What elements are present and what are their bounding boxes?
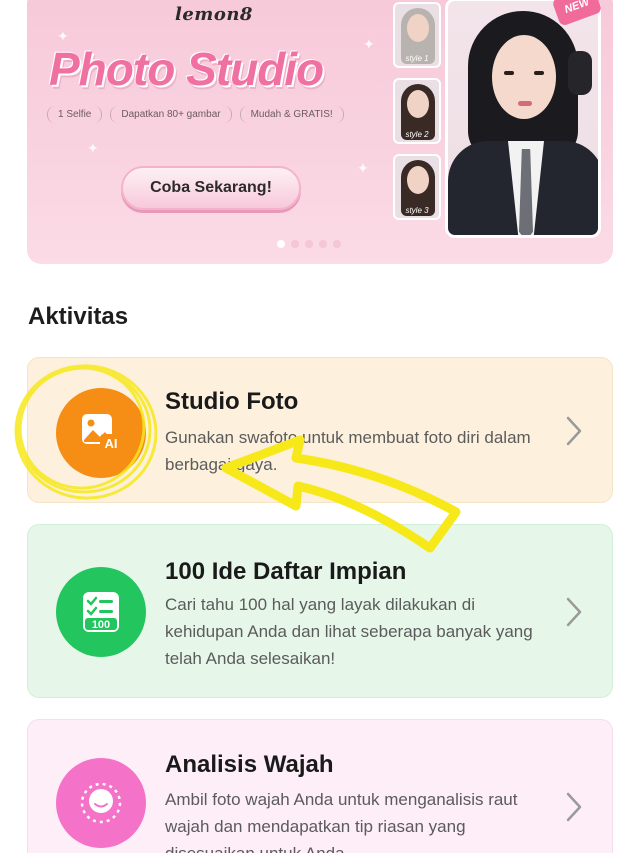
carousel-dot[interactable]: [291, 240, 299, 248]
chevron-right-icon: [566, 597, 582, 627]
banner-tag: Dapatkan 80+ gambar: [110, 106, 232, 123]
card-title: 100 Ide Daftar Impian: [165, 558, 407, 585]
face-scan-icon: [56, 758, 146, 848]
style-label: style 3: [405, 206, 429, 215]
style-thumbnails: style 1 style 2 style 3: [393, 2, 441, 220]
activities-page: ✦ ✦ ✦ ✦ lemon8 Photo Studio 1 Selfie Dap…: [0, 0, 640, 853]
card-description: Cari tahu 100 hal yang layak dilakukan d…: [165, 595, 533, 668]
banner-tags: 1 Selfie Dapatkan 80+ gambar Mudah & GRA…: [47, 106, 344, 123]
banner-title: Photo Studio: [49, 43, 324, 95]
carousel-dot[interactable]: [319, 240, 327, 248]
face-analysis-card[interactable]: Analisis Wajah Ambil foto wajah Anda unt…: [27, 719, 613, 853]
svg-text:AI: AI: [105, 436, 118, 451]
try-now-button[interactable]: Coba Sekarang!: [121, 166, 301, 210]
photo-studio-banner[interactable]: ✦ ✦ ✦ ✦ lemon8 Photo Studio 1 Selfie Dap…: [27, 0, 613, 264]
ai-photo-icon: AI: [56, 388, 146, 478]
banner-tag: Mudah & GRATIS!: [239, 106, 344, 123]
studio-foto-card[interactable]: AI Studio Foto Gunakan swafoto untuk mem…: [27, 357, 613, 503]
svg-text:100: 100: [92, 619, 110, 631]
checklist-100-icon: 100: [56, 567, 146, 657]
style-thumbnail: style 2: [393, 78, 441, 144]
carousel-dot[interactable]: [305, 240, 313, 248]
carousel-dot[interactable]: [333, 240, 341, 248]
style-thumbnail: style 1: [393, 2, 441, 68]
sparkle-icon: ✦: [87, 140, 99, 156]
card-title: Studio Foto: [165, 388, 299, 415]
bucket-list-card[interactable]: 100 100 Ide Daftar Impian Cari tahu 100 …: [27, 524, 613, 698]
carousel-indicator: [277, 240, 341, 248]
chevron-right-icon: [566, 792, 582, 822]
sample-portrait: [445, 0, 601, 238]
lemon8-logo: lemon8: [175, 4, 253, 25]
banner-tag: 1 Selfie: [47, 106, 103, 123]
style-label: style 2: [405, 130, 429, 139]
chevron-right-icon: [566, 416, 582, 446]
card-description: Gunakan swafoto untuk membuat foto diri …: [165, 428, 531, 474]
section-title: Aktivitas: [28, 303, 129, 330]
sparkle-icon: ✦: [363, 36, 375, 52]
card-title: Analisis Wajah: [165, 751, 334, 778]
card-description: Ambil foto wajah Anda untuk menganalisis…: [165, 790, 518, 853]
style-thumbnail: style 3: [393, 154, 441, 220]
carousel-dot[interactable]: [277, 240, 285, 248]
style-label: style 1: [405, 54, 429, 63]
sparkle-icon: ✦: [357, 160, 369, 176]
